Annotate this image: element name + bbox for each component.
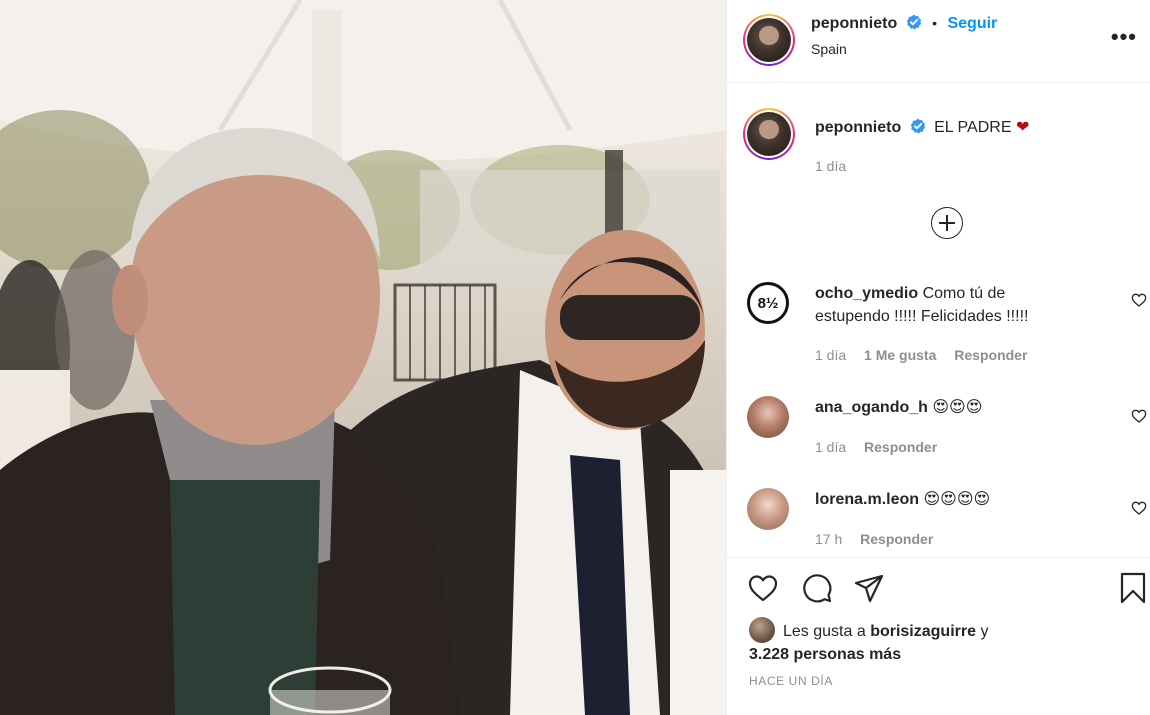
- reply-button[interactable]: Responder: [954, 347, 1027, 363]
- comment-body: ana_ogando_h 😍😍😍: [815, 396, 1065, 419]
- caption-username[interactable]: peponnieto: [815, 119, 901, 136]
- liker-avatar[interactable]: [749, 617, 775, 643]
- follow-button[interactable]: Seguir: [947, 15, 997, 32]
- likes-conjunction: y: [980, 623, 989, 640]
- author-avatar[interactable]: [743, 14, 795, 66]
- caption-time[interactable]: 1 día: [815, 158, 846, 174]
- post-sidebar: peponnieto • Seguir Spain ••• peponnieto…: [726, 0, 1150, 715]
- load-more-comments-icon[interactable]: [931, 207, 963, 239]
- comment-text: 😍😍😍: [932, 399, 983, 416]
- commenter-username[interactable]: ocho_ymedio: [815, 285, 918, 302]
- reply-button[interactable]: Responder: [860, 531, 933, 547]
- more-options-icon[interactable]: •••: [1111, 24, 1137, 50]
- post-photo-illustration: [0, 0, 726, 715]
- like-comment-heart-icon[interactable]: [1131, 408, 1147, 424]
- post-photo[interactable]: [0, 0, 726, 715]
- like-comment-heart-icon[interactable]: [1131, 500, 1147, 516]
- verified-badge-icon: [910, 118, 925, 134]
- caption: peponnieto EL PADRE ❤: [815, 117, 1029, 137]
- verified-badge-icon: [906, 14, 921, 30]
- author-username[interactable]: peponnieto: [811, 15, 897, 32]
- likes-prefix: Les gusta a: [783, 623, 866, 640]
- comment-likes[interactable]: 1 Me gusta: [864, 347, 936, 363]
- likes-others-count[interactable]: 3.228 personas más: [749, 646, 901, 663]
- like-comment-heart-icon[interactable]: [1131, 292, 1147, 308]
- caption-author-avatar[interactable]: [743, 108, 795, 160]
- comment-time[interactable]: 1 día: [815, 347, 846, 363]
- comment-meta: 17 h Responder: [815, 531, 947, 547]
- commenter-username[interactable]: ana_ogando_h: [815, 399, 928, 416]
- liker-username[interactable]: borisizaguirre: [870, 623, 976, 640]
- comment-meta: 1 día Responder: [815, 439, 951, 455]
- separator-dot: •: [932, 15, 938, 31]
- comment-body: lorena.m.leon 😍😍😍😍: [815, 488, 1065, 511]
- reply-button[interactable]: Responder: [864, 439, 937, 455]
- comment-icon[interactable]: [801, 572, 833, 604]
- comment-time[interactable]: 17 h: [815, 531, 842, 547]
- comment-body: ocho_ymedio Como tú de estupendo !!!!! F…: [815, 282, 1065, 328]
- commenter-username[interactable]: lorena.m.leon: [815, 491, 919, 508]
- comment-text: 😍😍😍😍: [923, 491, 991, 508]
- commenter-avatar[interactable]: [747, 396, 789, 438]
- heart-emoji: ❤: [1015, 119, 1030, 136]
- post-actions: Les gusta a borisizaguirre y 3.228 perso…: [727, 557, 1150, 715]
- post-location[interactable]: Spain: [811, 41, 847, 57]
- comment-time[interactable]: 1 día: [815, 439, 846, 455]
- share-icon[interactable]: [853, 572, 885, 604]
- commenter-avatar[interactable]: 8½: [747, 282, 789, 324]
- comment-meta: 1 día 1 Me gusta Responder: [815, 347, 1041, 363]
- bookmark-icon[interactable]: [1117, 572, 1149, 604]
- post-header: peponnieto • Seguir Spain •••: [727, 0, 1150, 83]
- likes-summary: Les gusta a borisizaguirre y 3.228 perso…: [749, 617, 988, 666]
- caption-text: EL PADRE: [934, 119, 1012, 136]
- post-timestamp[interactable]: HACE UN DÍA: [749, 674, 833, 688]
- commenter-avatar[interactable]: [747, 488, 789, 530]
- heart-icon[interactable]: [747, 572, 779, 604]
